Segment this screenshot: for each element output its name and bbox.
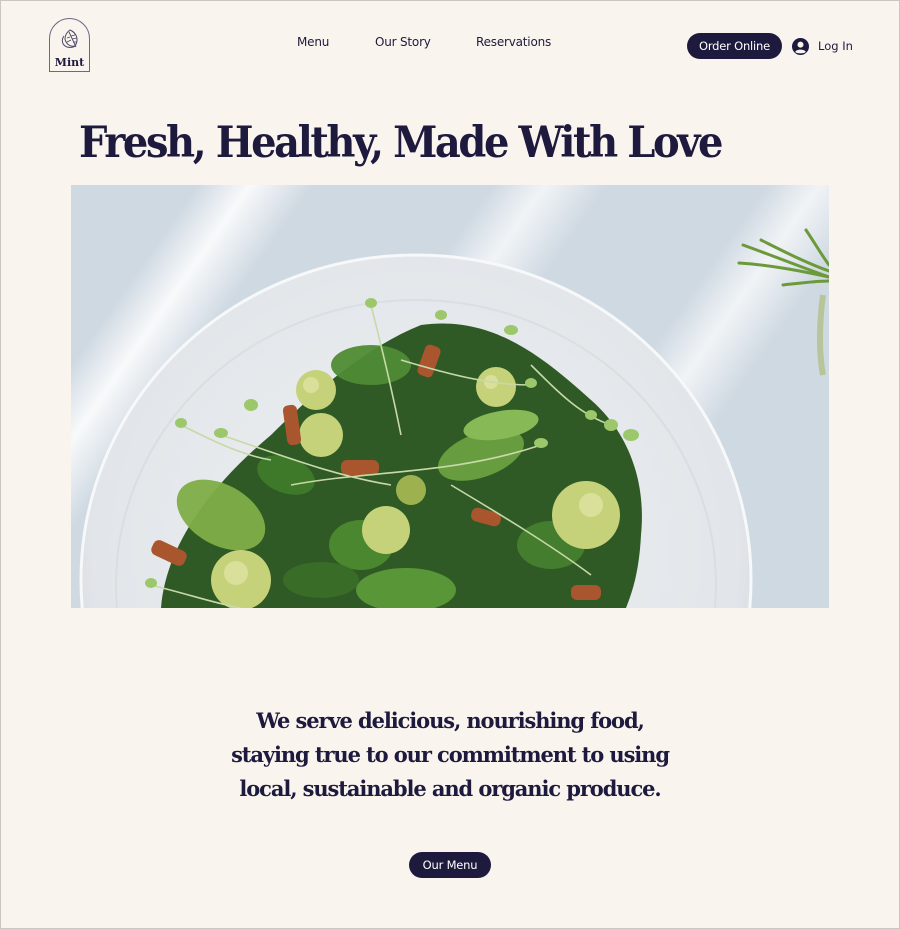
nav-item-menu[interactable]: Menu: [297, 35, 329, 49]
order-online-button[interactable]: Order Online: [687, 33, 782, 59]
intro-text: We serve delicious, nourishing food, sta…: [0, 704, 900, 806]
logo-text: Mint: [54, 56, 85, 69]
salad-illustration: [79, 228, 829, 608]
user-avatar-icon: [792, 37, 809, 55]
login-button[interactable]: Log In: [792, 36, 853, 56]
hero-title: Fresh, Healthy, Made With Love: [79, 118, 723, 168]
nav-item-reservations[interactable]: Reservations: [476, 35, 551, 49]
our-menu-button[interactable]: Our Menu: [409, 852, 491, 878]
intro-line: staying true to our commitment to using: [231, 742, 670, 767]
nav-item-our-story[interactable]: Our Story: [375, 35, 431, 49]
intro-line: local, sustainable and organic produce.: [239, 776, 661, 801]
intro-line: We serve delicious, nourishing food,: [256, 708, 645, 733]
login-label: Log In: [818, 39, 853, 53]
hero-image: [71, 185, 829, 608]
